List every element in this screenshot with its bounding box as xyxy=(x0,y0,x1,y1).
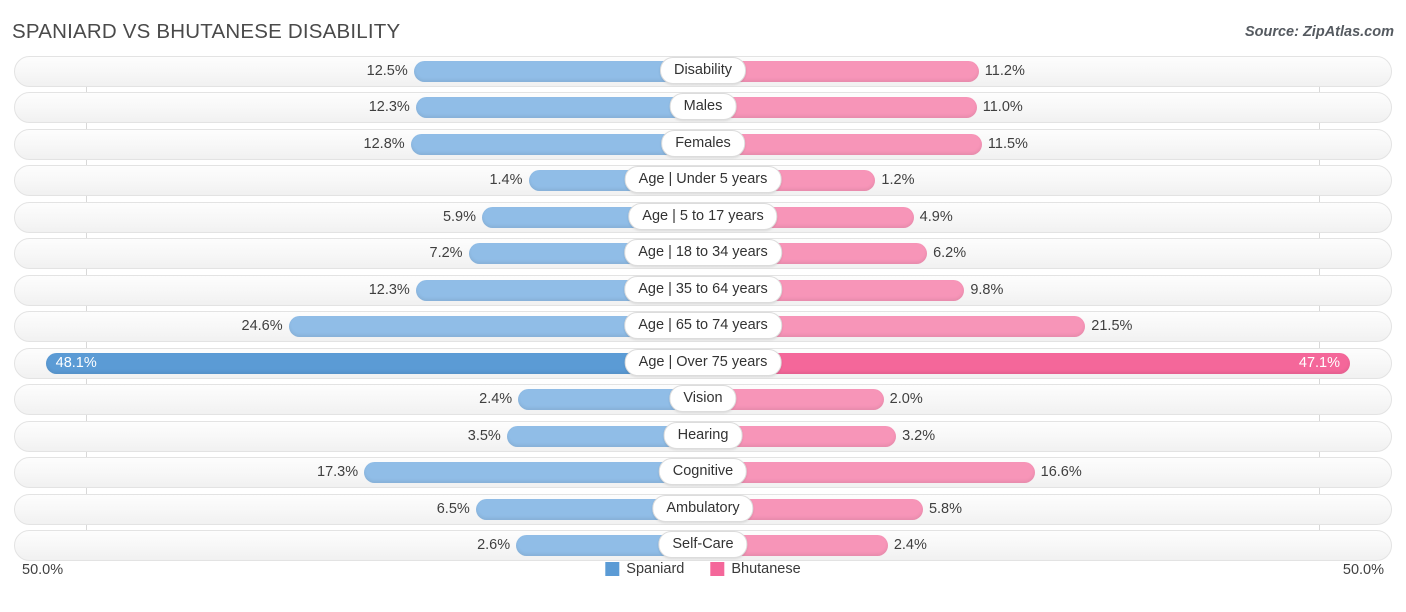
table-row[interactable]: 5.9% 4.9% Age | 5 to 17 years xyxy=(14,201,1392,233)
bar-bhutanese[interactable] xyxy=(703,97,977,119)
row-label-pill[interactable]: Cognitive xyxy=(658,458,748,486)
source-attribution: Source: ZipAtlas.com xyxy=(1244,24,1394,40)
row-label-pill[interactable]: Disability xyxy=(659,57,747,84)
row-label-pill[interactable]: Age | Over 75 years xyxy=(624,348,782,376)
table-row[interactable]: 2.4% 2.0% Vision xyxy=(14,384,1392,416)
value-label-bhutanese: 2.0% xyxy=(889,391,923,408)
row-label-pill[interactable]: Age | 65 to 74 years xyxy=(624,312,782,340)
table-row[interactable]: 12.3% 11.0% Males xyxy=(14,92,1392,124)
table-row[interactable]: 1.4% 1.2% Age | Under 5 years xyxy=(14,165,1392,197)
row-label-pill[interactable]: Hearing xyxy=(663,421,743,449)
axis-label-right: 50.0% xyxy=(1342,562,1384,578)
legend-swatch-icon xyxy=(605,562,620,576)
value-label-bhutanese: 11.2% xyxy=(984,63,1025,79)
value-label-bhutanese: 21.5% xyxy=(1091,318,1133,335)
row-label-pill[interactable]: Ambulatory xyxy=(652,494,754,522)
legend-item[interactable]: Spaniard xyxy=(605,561,684,577)
row-label-pill[interactable]: Age | 5 to 17 years xyxy=(628,202,778,230)
value-label-spaniard: 17.3% xyxy=(317,464,359,481)
chart-header: SPANIARD VS BHUTANESE DISABILITY Source:… xyxy=(0,0,1406,56)
table-row[interactable]: 6.5% 5.8% Ambulatory xyxy=(14,493,1392,525)
table-row[interactable]: 3.5% 3.2% Hearing xyxy=(14,420,1392,452)
value-label-bhutanese: 6.2% xyxy=(933,245,967,262)
value-label-bhutanese: 1.2% xyxy=(881,172,915,189)
bar-bhutanese[interactable] xyxy=(703,133,982,155)
table-row[interactable]: 24.6% 21.5% Age | 65 to 74 years xyxy=(14,311,1392,343)
value-label-spaniard: 2.4% xyxy=(479,391,513,408)
table-row[interactable]: 7.2% 6.2% Age | 18 to 34 years xyxy=(14,238,1392,270)
legend-swatch-icon xyxy=(710,562,725,576)
value-label-bhutanese: 9.8% xyxy=(970,281,1004,298)
legend-label: Spaniard xyxy=(626,561,685,577)
value-label-spaniard: 12.3% xyxy=(368,99,410,116)
row-label-pill[interactable]: Age | 35 to 64 years xyxy=(624,275,782,303)
chart-rows: 12.5% 11.2% Disability 12.3% 11.0% Males 12.8%… xyxy=(14,56,1392,562)
bar-spaniard[interactable] xyxy=(45,352,703,374)
value-label-spaniard: 7.2% xyxy=(429,245,463,262)
value-label-spaniard: 48.1% xyxy=(55,354,97,371)
legend-item[interactable]: Bhutanese xyxy=(710,561,801,577)
table-row[interactable]: 48.1% 47.1% Age | Over 75 years xyxy=(14,347,1392,379)
page-title: SPANIARD VS BHUTANESE DISABILITY xyxy=(12,20,401,43)
value-label-bhutanese: 47.1% xyxy=(1298,354,1341,371)
value-label-bhutanese: 2.4% xyxy=(893,537,927,554)
row-label-pill[interactable]: Vision xyxy=(669,385,737,413)
bar-spaniard[interactable] xyxy=(364,462,703,484)
bar-bhutanese[interactable] xyxy=(703,352,1350,374)
bar-spaniard[interactable] xyxy=(415,97,703,119)
legend-label: Bhutanese xyxy=(731,561,801,577)
value-label-bhutanese: 11.0% xyxy=(982,99,1023,116)
value-label-bhutanese: 4.9% xyxy=(919,208,953,225)
table-row[interactable]: 12.3% 9.8% Age | 35 to 64 years xyxy=(14,274,1392,306)
value-label-spaniard: 24.6% xyxy=(241,318,283,335)
row-label-pill[interactable]: Females xyxy=(661,129,745,157)
row-label-pill[interactable]: Age | 18 to 34 years xyxy=(624,239,782,267)
value-label-bhutanese: 16.6% xyxy=(1040,464,1082,481)
table-row[interactable]: 2.6% 2.4% Self-Care xyxy=(14,530,1392,562)
axis-label-left: 50.0% xyxy=(22,562,64,578)
value-label-bhutanese: 5.8% xyxy=(928,500,963,517)
row-label-pill[interactable]: Age | Under 5 years xyxy=(624,166,782,194)
chart-legend: Spaniard Bhutanese xyxy=(605,561,801,577)
table-row[interactable]: 12.8% 11.5% Females xyxy=(14,128,1392,160)
chart-footer: 50.0% Spaniard Bhutanese 50.0% xyxy=(14,558,1392,588)
value-label-spaniard: 12.5% xyxy=(366,63,408,79)
row-label-pill[interactable]: Males xyxy=(669,93,737,121)
value-label-spaniard: 3.5% xyxy=(467,427,501,444)
chart-plot-area: 12.5% 11.2% Disability 12.3% 11.0% Males 12.8%… xyxy=(14,56,1392,562)
value-label-spaniard: 1.4% xyxy=(489,172,523,189)
row-label-pill[interactable]: Self-Care xyxy=(658,531,748,559)
bar-bhutanese[interactable] xyxy=(703,462,1035,484)
value-label-spaniard: 12.3% xyxy=(368,281,410,298)
bar-spaniard[interactable] xyxy=(410,133,703,155)
table-row[interactable]: 12.5% 11.2% Disability xyxy=(14,56,1392,87)
table-row[interactable]: 17.3% 16.6% Cognitive xyxy=(14,457,1392,489)
value-label-bhutanese: 3.2% xyxy=(902,427,936,444)
value-label-spaniard: 6.5% xyxy=(436,500,470,517)
value-label-spaniard: 12.8% xyxy=(363,135,405,152)
value-label-bhutanese: 11.5% xyxy=(987,135,1028,152)
value-label-spaniard: 5.9% xyxy=(442,208,476,225)
value-label-spaniard: 2.6% xyxy=(477,537,511,554)
